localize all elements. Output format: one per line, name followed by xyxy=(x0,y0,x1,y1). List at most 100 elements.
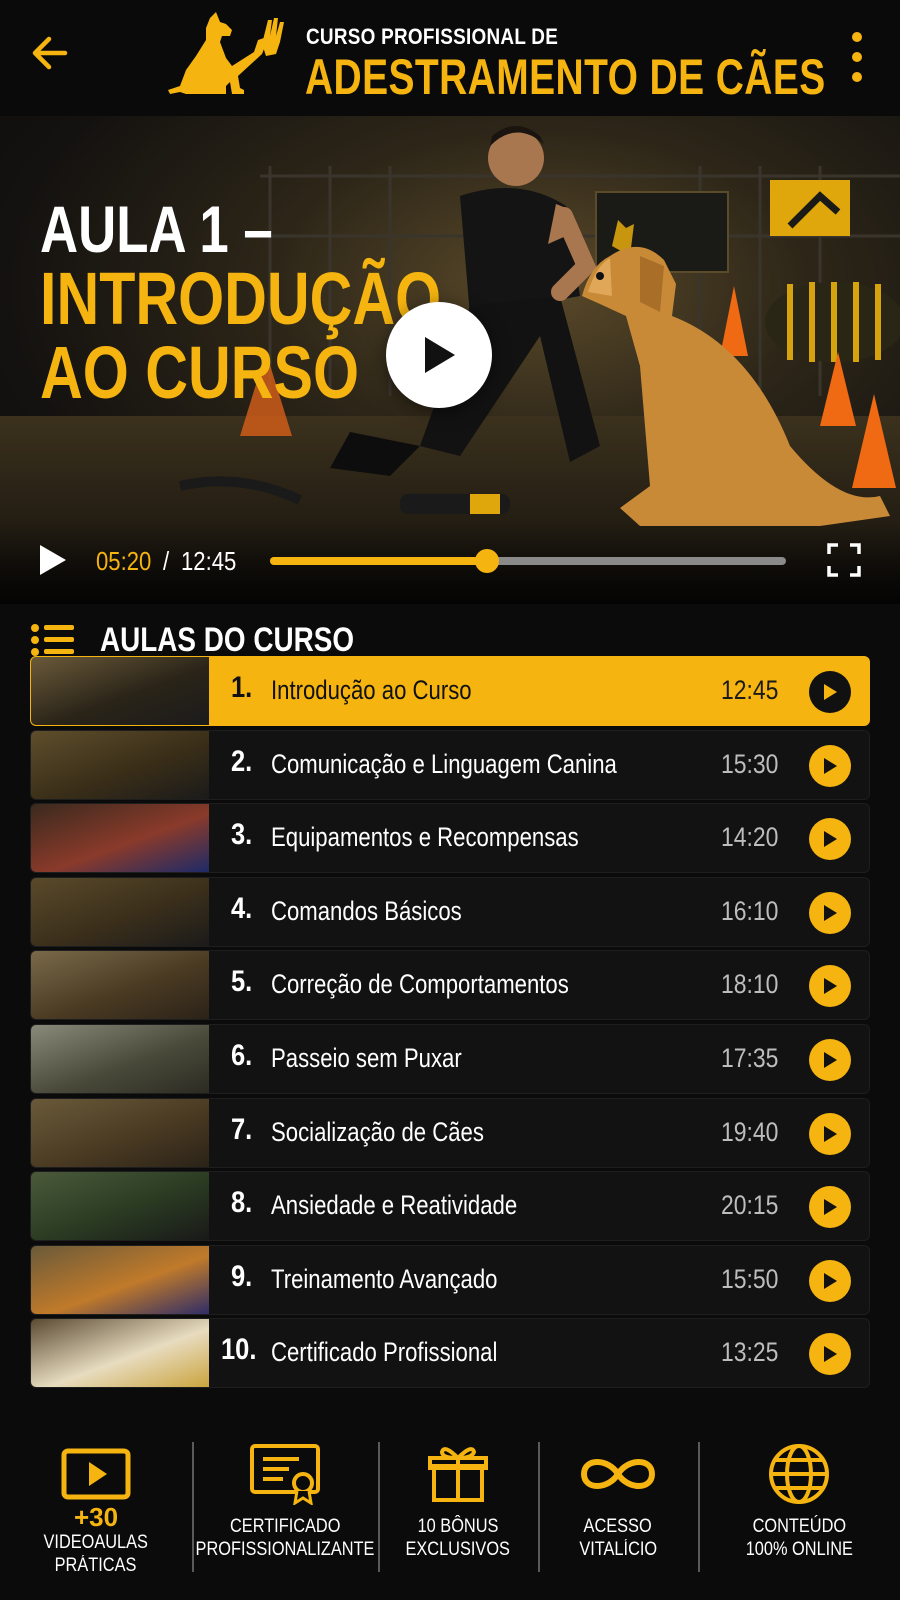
header-title: ADESTRAMENTO DE CÃES xyxy=(305,49,826,105)
lesson-row[interactable]: 10. Certificado Profissional 13:25 xyxy=(30,1318,870,1389)
list-icon xyxy=(31,624,74,656)
lesson-play-button[interactable] xyxy=(809,1259,851,1302)
lesson-title: Ansiedade e Reatividade xyxy=(271,1190,518,1221)
play-icon xyxy=(824,757,837,774)
lesson-play-button[interactable] xyxy=(809,744,851,787)
lesson-title: Comunicação e Linguagem Canina xyxy=(271,748,617,779)
play-icon xyxy=(824,831,837,848)
feature-bonus: 10 BÔNUS EXCLUSIVOS xyxy=(378,1420,538,1580)
lesson-duration: 15:30 xyxy=(721,748,779,779)
dog-logo-icon xyxy=(168,12,284,94)
lesson-number: 2. xyxy=(231,744,253,778)
lesson-play-button[interactable] xyxy=(809,1186,851,1229)
lesson-duration: 17:35 xyxy=(721,1043,779,1073)
total-time: 12:45 xyxy=(181,546,237,576)
lesson-row[interactable]: 8. Ansiedade e Reatividade 20:15 xyxy=(30,1171,870,1242)
lesson-play-button[interactable] xyxy=(809,1039,851,1081)
lessons-header: AULAS DO CURSO xyxy=(30,620,410,660)
feature-online: CONTEÚDO 100% ONLINE xyxy=(698,1420,900,1580)
feature-label-line1: CERTIFICADO xyxy=(229,1516,341,1537)
arrow-left-icon xyxy=(32,36,68,70)
certificate-icon xyxy=(249,1442,321,1506)
feature-count: +30 xyxy=(73,1502,119,1532)
lesson-row[interactable]: 1. Introdução ao Curso 12:45 xyxy=(30,656,870,726)
play-icon xyxy=(824,684,837,700)
lesson-row[interactable]: 9. Treinamento Avançado 15:50 xyxy=(30,1244,870,1315)
lesson-play-button[interactable] xyxy=(809,671,851,713)
play-icon xyxy=(425,337,455,373)
fullscreen-icon[interactable] xyxy=(826,542,862,578)
lesson-row[interactable]: 5. Correção de Comportamentos 18:10 xyxy=(30,950,870,1021)
lesson-duration: 18:10 xyxy=(721,969,779,1000)
video-title-line2: INTRODUÇÃO xyxy=(40,257,442,340)
lesson-title: Introdução ao Curso xyxy=(271,675,472,705)
play-icon xyxy=(824,978,837,995)
video-controls: 05:20 / 12:45 xyxy=(0,524,900,604)
lesson-play-button[interactable] xyxy=(809,818,851,861)
feature-label-line2: PROFISSIONALIZANTE xyxy=(195,1538,375,1560)
feature-acesso: ACESSO VITALÍCIO xyxy=(538,1420,698,1580)
lesson-title: Equipamentos e Recompensas xyxy=(271,822,579,853)
globe-icon xyxy=(767,1442,831,1506)
lesson-thumbnail xyxy=(31,877,209,946)
feature-label-line2: 100% ONLINE xyxy=(745,1538,853,1560)
lesson-number: 8. xyxy=(231,1186,253,1220)
video-title-line1: AULA 1 – xyxy=(40,192,273,266)
progress-bar[interactable] xyxy=(270,549,786,573)
lesson-play-button[interactable] xyxy=(809,891,851,934)
lesson-duration: 20:15 xyxy=(721,1190,779,1221)
lesson-duration: 15:50 xyxy=(721,1263,779,1294)
feature-label-line1: ACESSO xyxy=(583,1516,653,1537)
lesson-play-button[interactable] xyxy=(809,965,851,1008)
back-button[interactable] xyxy=(26,30,72,76)
play-icon xyxy=(824,1052,837,1068)
more-menu-button[interactable] xyxy=(842,32,872,82)
play-icon xyxy=(824,1346,837,1363)
lesson-thumbnail xyxy=(31,951,209,1020)
lesson-duration: 19:40 xyxy=(721,1116,779,1147)
lesson-title: Passeio sem Puxar xyxy=(271,1043,462,1073)
play-icon xyxy=(824,904,837,921)
progress-knob[interactable] xyxy=(474,549,499,573)
video-title: AULA 1 – INTRODUÇÃO AO CURSO xyxy=(40,196,441,410)
play-icon xyxy=(824,1125,837,1142)
lesson-row[interactable]: 2. Comunicação e Linguagem Canina 15:30 xyxy=(30,729,870,800)
feature-label-line1: CONTEÚDO xyxy=(752,1516,846,1537)
lesson-thumbnail xyxy=(31,1245,209,1314)
video-player[interactable]: AULA 1 – INTRODUÇÃO AO CURSO 05:20 / 12:… xyxy=(0,116,900,604)
progress-fill xyxy=(270,557,487,565)
video-title-line3: AO CURSO xyxy=(40,331,360,414)
lesson-number: 6. xyxy=(231,1039,253,1072)
lesson-title: Correção de Comportamentos xyxy=(271,969,569,1000)
lesson-number: 4. xyxy=(231,891,253,925)
control-play-icon[interactable] xyxy=(36,542,70,578)
lesson-thumbnail xyxy=(31,657,209,725)
lesson-number: 3. xyxy=(231,818,253,852)
lesson-number: 5. xyxy=(231,965,253,999)
lesson-play-button[interactable] xyxy=(809,1333,851,1376)
lesson-thumbnail xyxy=(31,1319,209,1388)
lesson-thumbnail xyxy=(31,1025,209,1093)
lesson-play-button[interactable] xyxy=(809,1112,851,1155)
infinity-icon xyxy=(578,1442,658,1506)
feature-label-line2: VITALÍCIO xyxy=(579,1538,657,1560)
video-play-icon xyxy=(61,1442,131,1506)
lesson-title: Comandos Básicos xyxy=(271,895,462,926)
play-icon xyxy=(824,1272,837,1289)
current-time: 05:20 xyxy=(96,546,152,576)
lesson-title: Treinamento Avançado xyxy=(271,1263,498,1294)
lesson-title: Socialização de Cães xyxy=(271,1116,484,1147)
lesson-number: 1. xyxy=(231,671,253,704)
time-separator: / xyxy=(163,546,170,576)
lesson-title: Certificado Profissional xyxy=(271,1337,498,1368)
lesson-thumbnail xyxy=(31,730,209,799)
lesson-duration: 13:25 xyxy=(721,1337,779,1368)
lesson-duration: 16:10 xyxy=(721,895,779,926)
gift-icon xyxy=(428,1442,488,1506)
play-video-button[interactable] xyxy=(386,302,492,408)
lesson-row[interactable]: 7. Socialização de Cães 19:40 xyxy=(30,1097,870,1168)
feature-label-line1: VIDEOAULAS xyxy=(43,1532,149,1553)
lesson-row[interactable]: 3. Equipamentos e Recompensas 14:20 xyxy=(30,803,870,874)
lesson-row[interactable]: 6. Passeio sem Puxar 17:35 xyxy=(30,1024,870,1094)
lesson-row[interactable]: 4. Comandos Básicos 16:10 xyxy=(30,876,870,947)
